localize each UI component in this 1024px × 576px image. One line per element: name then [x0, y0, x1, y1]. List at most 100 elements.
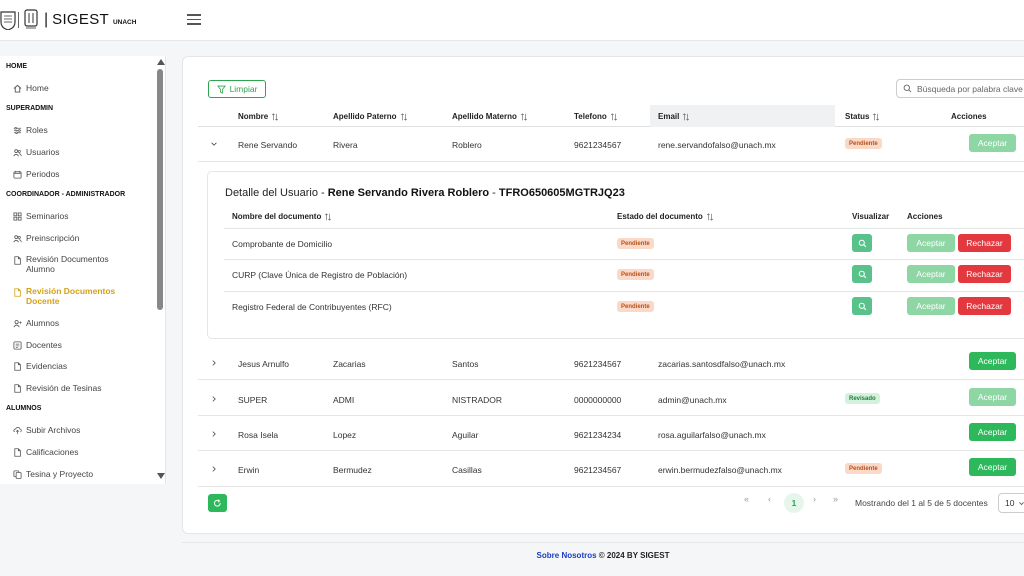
calendar-icon	[13, 170, 22, 179]
doc-column-header-visualizar: Visualizar	[852, 212, 889, 221]
cell-materno: Roblero	[452, 140, 482, 150]
view-document-button[interactable]	[852, 234, 872, 252]
view-document-button[interactable]	[852, 297, 872, 315]
cell-email: zacarias.santosdfalso@unach.mx	[658, 359, 786, 369]
sidebar-item-alumnos[interactable]: Alumnos	[13, 318, 153, 328]
accept-user-button[interactable]: Aceptar	[969, 134, 1016, 152]
chevron-right-icon[interactable]	[210, 430, 218, 438]
next-page-button[interactable]: ›	[813, 494, 816, 504]
column-header-paterno[interactable]: Apellido Paterno	[333, 112, 408, 121]
sidebar-item-usuarios[interactable]: Usuarios	[13, 147, 153, 157]
doc-column-header-nombre[interactable]: Nombre del documento	[232, 212, 332, 221]
sidebar-item-subir-archivos[interactable]: Subir Archivos	[13, 425, 153, 435]
sidebar-item-tesina-proyecto[interactable]: Tesina y Proyecto	[13, 469, 153, 479]
document-icon	[14, 361, 21, 371]
column-label: Apellido Paterno	[333, 112, 397, 121]
scroll-up-arrow-icon[interactable]	[157, 59, 165, 65]
detail-user-id: TFRO650605MGTRJQ23	[498, 187, 625, 199]
sidebar-item-docentes[interactable]: Docentes	[13, 340, 153, 350]
sidebar-item-label: Docentes	[26, 340, 62, 350]
doc-column-header-estado[interactable]: Estado del documento	[617, 212, 714, 221]
accept-document-button[interactable]: Aceptar	[907, 265, 955, 283]
clear-filter-button[interactable]: Limpiar	[208, 80, 266, 98]
sidebar-item-label: Evidencias	[26, 361, 68, 371]
sidebar-item-seminarios[interactable]: Seminarios	[13, 211, 153, 221]
table-row: Jesus Arnulfo Zacarias Santos 9621234567…	[198, 345, 1024, 380]
column-header-email[interactable]: Email	[658, 112, 690, 121]
column-header-materno[interactable]: Apellido Materno	[452, 112, 528, 121]
list-icon	[13, 340, 22, 350]
column-header-telefono[interactable]: Telefono	[574, 112, 618, 121]
sidebar-item-revision-documentos-alumno[interactable]: Revisión Documentos Alumno	[13, 254, 153, 274]
accept-user-button[interactable]: Aceptar	[969, 352, 1016, 370]
accept-document-button[interactable]: Aceptar	[907, 234, 955, 252]
chevron-down-icon[interactable]	[210, 140, 218, 148]
detail-title-prefix: Detalle del Usuario -	[225, 187, 328, 199]
search-box[interactable]	[896, 79, 1024, 98]
sidebar-item-evidencias[interactable]: Evidencias	[13, 361, 153, 371]
cell-nombre: Rene Servando	[238, 140, 298, 150]
column-header-nombre[interactable]: Nombre	[238, 112, 279, 121]
sidebar-item-preinscripcion[interactable]: Preinscripción	[13, 233, 153, 243]
last-page-button[interactable]: »	[833, 494, 838, 504]
column-header-acciones: Acciones	[951, 112, 987, 121]
cell-paterno: Lopez	[333, 430, 357, 440]
column-label: Nombre del documento	[232, 212, 322, 221]
doc-column-header-acciones: Acciones	[907, 212, 943, 221]
accept-user-button[interactable]: Aceptar	[969, 458, 1016, 476]
sidebar-item-revision-documentos-docente[interactable]: Revisión Documentos Docente	[13, 286, 153, 306]
table-row: Rene Servando Rivera Roblero 9621234567 …	[198, 127, 1024, 162]
refresh-icon	[214, 498, 221, 507]
divider	[224, 259, 1024, 260]
brand-name: SIGEST	[52, 11, 109, 28]
reject-document-button[interactable]: Rechazar	[958, 265, 1011, 283]
sidebar-section-home: HOME	[6, 63, 27, 70]
sidebar-item-calificaciones[interactable]: Calificaciones	[13, 447, 153, 457]
sidebar-section-alumnos: ALUMNOS	[6, 405, 42, 412]
page-1-button[interactable]: 1	[784, 493, 804, 513]
refresh-button[interactable]	[208, 494, 227, 512]
scroll-down-arrow-icon[interactable]	[157, 473, 165, 479]
table-row: Rosa Isela Lopez Aguilar 9621234234 rosa…	[198, 416, 1024, 451]
sidebar-item-revision-tesinas[interactable]: Revisión de Tesinas	[13, 383, 153, 393]
prev-page-button[interactable]: ‹	[768, 494, 771, 504]
reject-document-button[interactable]: Rechazar	[958, 234, 1011, 252]
document-icon	[14, 255, 21, 265]
sidebar-item-periodos[interactable]: Periodos	[13, 169, 153, 179]
view-document-button[interactable]	[852, 265, 872, 283]
status-badge: Pendiente	[845, 463, 882, 474]
chevron-down-icon	[1019, 501, 1024, 505]
sidebar-section-superadmin: SUPERADMIN	[6, 105, 54, 112]
sidebar-item-roles[interactable]: Roles	[13, 125, 153, 135]
chevron-right-icon[interactable]	[210, 359, 218, 367]
upload-icon	[13, 426, 22, 434]
sidebar-item-label: Seminarios	[26, 211, 69, 221]
document-icon	[14, 383, 21, 393]
reject-document-button[interactable]: Rechazar	[958, 297, 1011, 315]
sidebar-scrollbar[interactable]	[157, 69, 163, 310]
table-row: SUPER ADMI NISTRADOR 0000000000 admin@un…	[198, 381, 1024, 416]
column-label: Nombre	[238, 112, 269, 121]
menu-toggle-icon[interactable]	[187, 14, 201, 26]
column-header-status[interactable]: Status	[845, 112, 880, 121]
pagination-summary: Mostrando del 1 al 5 de 5 docentes	[855, 498, 988, 508]
chevron-right-icon[interactable]	[210, 465, 218, 473]
cell-paterno: Bermudez	[333, 465, 372, 475]
divider	[224, 291, 1024, 292]
page-size-select[interactable]: 10	[998, 493, 1024, 513]
cell-email: rosa.aguilarfalso@unach.mx	[658, 430, 766, 440]
chevron-right-icon[interactable]	[210, 395, 218, 403]
sort-icon	[520, 112, 527, 121]
first-page-button[interactable]: «	[744, 494, 749, 504]
accept-user-button[interactable]: Aceptar	[969, 423, 1016, 441]
table-row: Erwin Bermudez Casillas 9621234567 erwin…	[198, 452, 1024, 487]
cell-nombre: Rosa Isela	[238, 430, 279, 440]
sidebar-item-home[interactable]: Home	[13, 83, 153, 93]
about-link[interactable]: Sobre Nosotros	[537, 551, 597, 560]
accept-user-button[interactable]: Aceptar	[969, 388, 1016, 406]
column-label: Visualizar	[852, 212, 890, 221]
search-input[interactable]	[917, 83, 1024, 94]
accept-document-button[interactable]: Aceptar	[907, 297, 955, 315]
sidebar-item-label: Tesina y Proyecto	[26, 469, 94, 479]
users-icon	[13, 234, 22, 242]
